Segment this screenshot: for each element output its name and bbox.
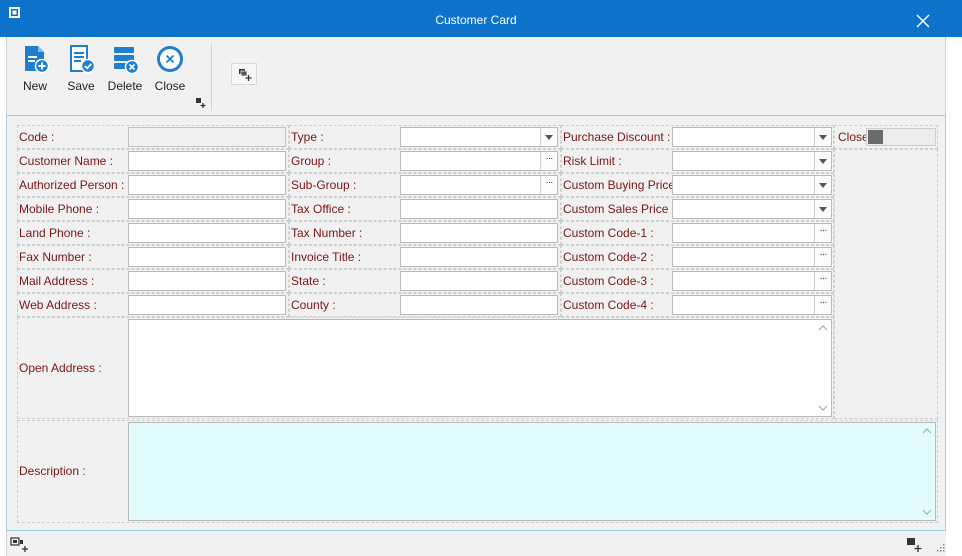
- close-circle-icon: [157, 46, 183, 72]
- new-button[interactable]: New: [13, 37, 57, 107]
- invoice-title-field[interactable]: [400, 247, 558, 267]
- scroll-up-icon[interactable]: [922, 427, 932, 435]
- close-button[interactable]: Close: [149, 37, 191, 107]
- open-address-scrollbar[interactable]: [815, 320, 831, 416]
- save-icon: [70, 45, 96, 74]
- custom-code-4-field[interactable]: ···: [672, 295, 832, 315]
- state-label: State :: [291, 274, 326, 288]
- close-toggle-label: Close: [838, 130, 869, 144]
- custom-code-4-label: Custom Code-4 :: [563, 298, 654, 312]
- custom-code-2-field[interactable]: ···: [672, 247, 832, 267]
- close-label: Close: [154, 79, 186, 93]
- code-field[interactable]: [128, 127, 286, 147]
- description-textarea[interactable]: [128, 422, 936, 521]
- sub-group-label: Sub-Group :: [291, 178, 357, 192]
- layout-icon: [239, 69, 252, 81]
- dropdown-arrow-icon[interactable]: [814, 128, 831, 146]
- delete-button[interactable]: Delete: [103, 37, 147, 107]
- group-label: Group :: [291, 154, 332, 168]
- layout-add-icon[interactable]: [906, 537, 922, 553]
- mail-address-field[interactable]: [128, 271, 286, 291]
- county-field[interactable]: [400, 295, 558, 315]
- tax-office-field[interactable]: [400, 199, 558, 219]
- group-field[interactable]: ···: [400, 151, 558, 171]
- description-label: Description :: [19, 464, 86, 478]
- custom-buying-price-dropdown[interactable]: [672, 175, 832, 195]
- customer-name-field[interactable]: [128, 151, 286, 171]
- custom-code-1-label: Custom Code-1 :: [563, 226, 654, 240]
- ellipsis-icon[interactable]: ···: [540, 152, 557, 170]
- web-address-field[interactable]: [128, 295, 286, 315]
- ellipsis-icon[interactable]: ···: [814, 272, 831, 290]
- dropdown-arrow-icon[interactable]: [814, 152, 831, 170]
- invoice-title-label: Invoice Title :: [291, 250, 362, 264]
- resize-grip-icon[interactable]: [936, 543, 946, 553]
- status-bar: [6, 531, 946, 556]
- code-label: Code :: [19, 130, 55, 144]
- custom-code-1-field[interactable]: ···: [672, 223, 832, 243]
- save-label: Save: [67, 79, 95, 93]
- layout-customize-icon[interactable]: [10, 537, 30, 553]
- customer-name-label: Customer Name :: [19, 154, 114, 168]
- ellipsis-icon[interactable]: ···: [814, 224, 831, 242]
- custom-sales-price-dropdown[interactable]: [672, 199, 832, 219]
- web-address-label: Web Address :: [19, 298, 97, 312]
- open-address-textarea[interactable]: [128, 319, 832, 417]
- custom-code-3-label: Custom Code-3 :: [563, 274, 654, 288]
- mail-address-label: Mail Address :: [19, 274, 95, 288]
- type-dropdown[interactable]: [400, 127, 558, 147]
- window-title: Customer Card: [435, 13, 517, 27]
- custom-buying-price-label: Custom Buying Price :: [563, 178, 682, 192]
- close-toggle-switch[interactable]: [866, 128, 936, 146]
- fax-number-field[interactable]: [128, 247, 286, 267]
- ribbon-separator: [211, 43, 212, 111]
- authorized-person-field[interactable]: [128, 175, 286, 195]
- tax-number-label: Tax Number :: [291, 226, 363, 240]
- type-label: Type :: [291, 130, 324, 144]
- tax-number-field[interactable]: [400, 223, 558, 243]
- ellipsis-icon[interactable]: ···: [814, 248, 831, 266]
- custom-code-3-field[interactable]: ···: [672, 271, 832, 291]
- ribbon-toolbar: New Save Delete Close: [6, 37, 946, 115]
- app-icon[interactable]: [9, 7, 20, 18]
- custom-sales-price-label: Custom Sales Price :: [563, 202, 676, 216]
- delete-label: Delete: [107, 79, 143, 93]
- purchase-discount-dropdown[interactable]: [672, 127, 832, 147]
- open-address-label: Open Address :: [19, 361, 102, 375]
- state-field[interactable]: [400, 271, 558, 291]
- new-document-icon: [25, 46, 49, 74]
- save-button[interactable]: Save: [59, 37, 103, 107]
- scroll-down-icon[interactable]: [818, 404, 828, 412]
- dropdown-arrow-icon[interactable]: [540, 128, 557, 146]
- scroll-down-icon[interactable]: [922, 508, 932, 516]
- ellipsis-icon[interactable]: ···: [540, 176, 557, 194]
- mobile-phone-label: Mobile Phone :: [19, 202, 100, 216]
- empty-right-area: [834, 149, 938, 419]
- tax-office-label: Tax Office :: [291, 202, 351, 216]
- county-label: County :: [291, 298, 336, 312]
- risk-limit-dropdown[interactable]: [672, 151, 832, 171]
- land-phone-field[interactable]: [128, 223, 286, 243]
- dropdown-arrow-icon[interactable]: [814, 176, 831, 194]
- fax-number-label: Fax Number :: [19, 250, 92, 264]
- scroll-up-icon[interactable]: [818, 324, 828, 332]
- sub-group-field[interactable]: ···: [400, 175, 558, 195]
- layout-button[interactable]: [231, 63, 257, 85]
- ribbon-group-expand-icon[interactable]: [195, 97, 207, 109]
- window-close-icon[interactable]: [914, 12, 932, 30]
- description-scrollbar[interactable]: [919, 423, 935, 520]
- purchase-discount-label: Purchase Discount :: [563, 130, 671, 144]
- authorized-person-label: Authorized Person :: [19, 178, 125, 192]
- mobile-phone-field[interactable]: [128, 199, 286, 219]
- toggle-knob: [868, 130, 883, 144]
- custom-code-2-label: Custom Code-2 :: [563, 250, 654, 264]
- delete-icon: [114, 47, 140, 74]
- ellipsis-icon[interactable]: ···: [814, 296, 831, 314]
- new-label: New: [22, 79, 47, 93]
- dropdown-arrow-icon[interactable]: [814, 200, 831, 218]
- land-phone-label: Land Phone :: [19, 226, 91, 240]
- risk-limit-label: Risk Limit :: [563, 154, 622, 168]
